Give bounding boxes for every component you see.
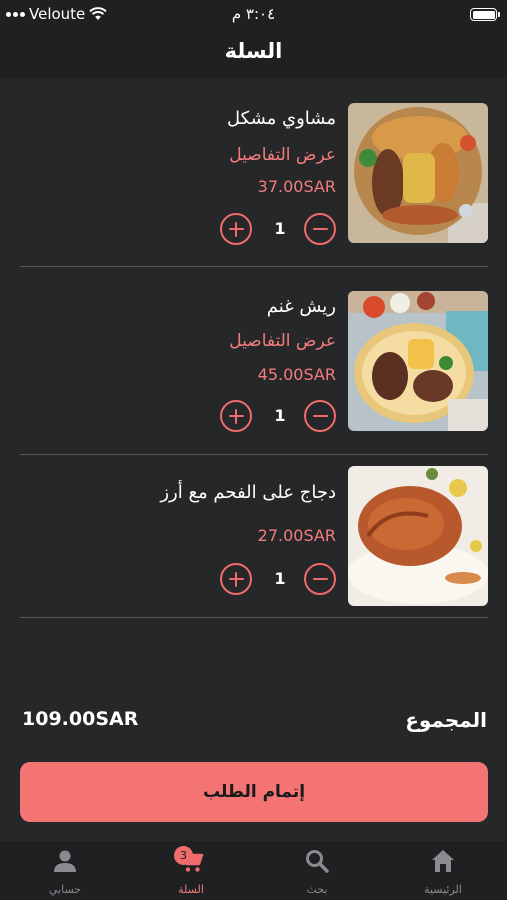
item-price: 45.00SAR [257, 365, 336, 384]
person-icon [54, 850, 76, 872]
battery-icon [470, 8, 500, 21]
checkout-label: إتمام الطلب [202, 782, 306, 802]
tab-bar: الرئيسية بحث 3 السلة حسابي [0, 841, 507, 900]
item-divider [20, 266, 488, 267]
lamb-chops-image [348, 291, 488, 431]
increase-quantity-button[interactable] [220, 563, 252, 595]
search-icon [306, 850, 329, 873]
cart-item: دجاج على الفحم مع أرز 27.00SAR 1 [20, 466, 488, 606]
tab-home-label: الرئيسية [424, 883, 462, 896]
item-name: دجاج على الفحم مع أرز [160, 482, 336, 503]
cart-item: ريش غنم عرض التفاصيل 45.00SAR 1 [20, 291, 488, 432]
item-price: 37.00SAR [257, 177, 336, 196]
total-label: المجموع [405, 708, 487, 732]
item-name: ريش غنم [266, 296, 336, 317]
tab-account[interactable]: حسابي [15, 841, 115, 900]
increase-quantity-button[interactable] [220, 213, 252, 245]
cart-item: مشاوي مشكل عرض التفاصيل 37.00SAR 1 [20, 103, 488, 245]
status-time: ٣:٠٤ م [231, 5, 276, 23]
item-divider [20, 617, 488, 618]
tab-home[interactable]: الرئيسية [393, 841, 493, 900]
decrease-quantity-button[interactable] [304, 213, 336, 245]
view-details-link[interactable]: عرض التفاصيل [229, 331, 336, 351]
cart-count-badge: 3 [174, 846, 193, 865]
item-divider [20, 454, 488, 455]
item-quantity: 1 [274, 406, 286, 425]
nav-header: السلة [0, 30, 507, 78]
increase-quantity-button[interactable] [220, 400, 252, 432]
mixed-grill-image [348, 103, 488, 243]
item-quantity: 1 [274, 219, 286, 238]
item-quantity: 1 [274, 569, 286, 588]
decrease-quantity-button[interactable] [304, 563, 336, 595]
grilled-chicken-rice-image [348, 466, 488, 606]
tab-search[interactable]: بحث [267, 841, 367, 900]
page-title: السلة [224, 39, 283, 63]
tab-search-label: بحث [306, 883, 328, 896]
view-details-link[interactable]: عرض التفاصيل [229, 145, 336, 165]
home-icon [432, 850, 454, 872]
total-amount: 109.00SAR [22, 708, 139, 730]
tab-account-label: حسابي [48, 883, 82, 896]
checkout-button[interactable]: إتمام الطلب [20, 762, 488, 822]
decrease-quantity-button[interactable] [304, 400, 336, 432]
tab-cart[interactable]: 3 السلة [141, 841, 241, 900]
item-price: 27.00SAR [257, 526, 336, 545]
cart-screen: Veloute ٣:٠٤ م السلة مشاوي مشكل عرض التف… [0, 0, 507, 900]
status-bar: Veloute ٣:٠٤ م [0, 0, 507, 30]
tab-cart-label: السلة [178, 883, 204, 896]
item-name: مشاوي مشكل [227, 108, 336, 129]
